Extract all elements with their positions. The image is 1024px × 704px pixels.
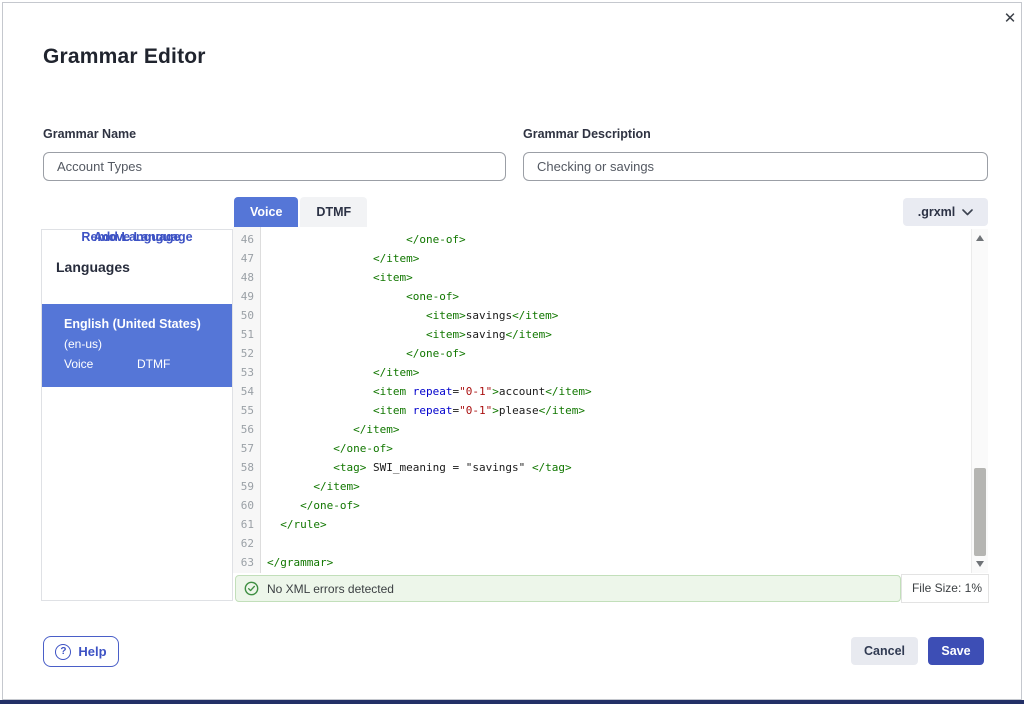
code-line: <one-of> — [267, 287, 971, 306]
scroll-thumb[interactable] — [974, 468, 986, 556]
code-line: </rule> — [267, 515, 971, 534]
code-area[interactable]: </one-of> </item> <item> <one-of> <item>… — [262, 227, 971, 573]
line-number: 47 — [233, 249, 260, 268]
line-number: 54 — [233, 382, 260, 401]
code-line: <item repeat="0-1">account</item> — [267, 382, 971, 401]
line-number: 49 — [233, 287, 260, 306]
code-line — [267, 534, 971, 553]
language-mode-dtmf[interactable]: DTMF — [137, 354, 210, 374]
help-icon: ? — [55, 644, 71, 660]
scroll-down-icon[interactable] — [976, 561, 984, 567]
line-number: 57 — [233, 439, 260, 458]
code-line: </item> — [267, 477, 971, 496]
line-number: 48 — [233, 268, 260, 287]
code-line: </grammar> — [267, 553, 971, 572]
status-message: No XML errors detected — [267, 582, 394, 596]
line-number: 52 — [233, 344, 260, 363]
file-size-label: File Size: 1% — [901, 574, 989, 603]
code-line: </one-of> — [267, 496, 971, 515]
scrollbar[interactable] — [971, 229, 988, 573]
code-line: </item> — [267, 420, 971, 439]
tab-voice[interactable]: Voice — [234, 197, 298, 227]
grammar-description-label: Grammar Description — [523, 127, 651, 141]
languages-panel: Languages English (United States) (en-us… — [41, 229, 233, 601]
language-modes: VoiceDTMF — [64, 354, 232, 374]
line-number: 50 — [233, 306, 260, 325]
languages-heading: Languages — [56, 259, 130, 275]
code-line: <tag> SWI_meaning = "savings" </tag> — [267, 458, 971, 477]
line-number: 60 — [233, 496, 260, 515]
tab-dtmf[interactable]: DTMF — [300, 197, 367, 227]
success-check-icon — [244, 581, 259, 596]
line-number: 62 — [233, 534, 260, 553]
cancel-button[interactable]: Cancel — [851, 637, 918, 665]
help-button-label: Help — [78, 644, 106, 659]
grammar-description-input[interactable] — [523, 152, 988, 181]
close-icon[interactable]: ✕ — [999, 8, 1021, 30]
status-bar: No XML errors detected — [235, 575, 901, 602]
line-number: 63 — [233, 553, 260, 572]
line-number: 61 — [233, 515, 260, 534]
line-number: 58 — [233, 458, 260, 477]
code-line: </one-of> — [267, 230, 971, 249]
grammar-name-label: Grammar Name — [43, 127, 136, 141]
line-number: 56 — [233, 420, 260, 439]
code-line: <item> — [267, 268, 971, 287]
code-line: <item>savings</item> — [267, 306, 971, 325]
language-name: English (United States) — [64, 314, 232, 335]
language-mode-voice[interactable]: Voice — [64, 354, 137, 374]
code-line: <item>saving</item> — [267, 325, 971, 344]
format-dropdown-label: .grxml — [918, 205, 956, 219]
page-title: Grammar Editor — [43, 45, 206, 69]
line-number: 46 — [233, 230, 260, 249]
code-line: </one-of> — [267, 344, 971, 363]
chevron-down-icon — [962, 209, 973, 216]
grammar-name-input[interactable] — [43, 152, 506, 181]
save-button[interactable]: Save — [928, 637, 984, 665]
line-number: 53 — [233, 363, 260, 382]
grammar-editor-modal: ✕ Grammar Editor Grammar Name Grammar De… — [2, 2, 1022, 700]
remove-language-button[interactable]: Remove Language — [42, 230, 232, 244]
code-line: </item> — [267, 249, 971, 268]
line-number: 59 — [233, 477, 260, 496]
code-editor: 464748495051525354555657585960616263 </o… — [233, 227, 988, 573]
language-code: (en-us) — [64, 335, 232, 354]
code-line: </one-of> — [267, 439, 971, 458]
code-line: </item> — [267, 363, 971, 382]
format-dropdown[interactable]: .grxml — [903, 198, 988, 226]
help-button[interactable]: ? Help — [43, 636, 119, 667]
bottom-accent-bar — [0, 700, 1024, 704]
tab-bar: VoiceDTMF — [234, 197, 367, 227]
line-number: 51 — [233, 325, 260, 344]
code-line: <item repeat="0-1">please</item> — [267, 401, 971, 420]
language-item-selected[interactable]: English (United States) (en-us) VoiceDTM… — [42, 304, 232, 387]
scroll-up-icon[interactable] — [976, 235, 984, 241]
gutter: 464748495051525354555657585960616263 — [233, 227, 261, 573]
line-number: 55 — [233, 401, 260, 420]
